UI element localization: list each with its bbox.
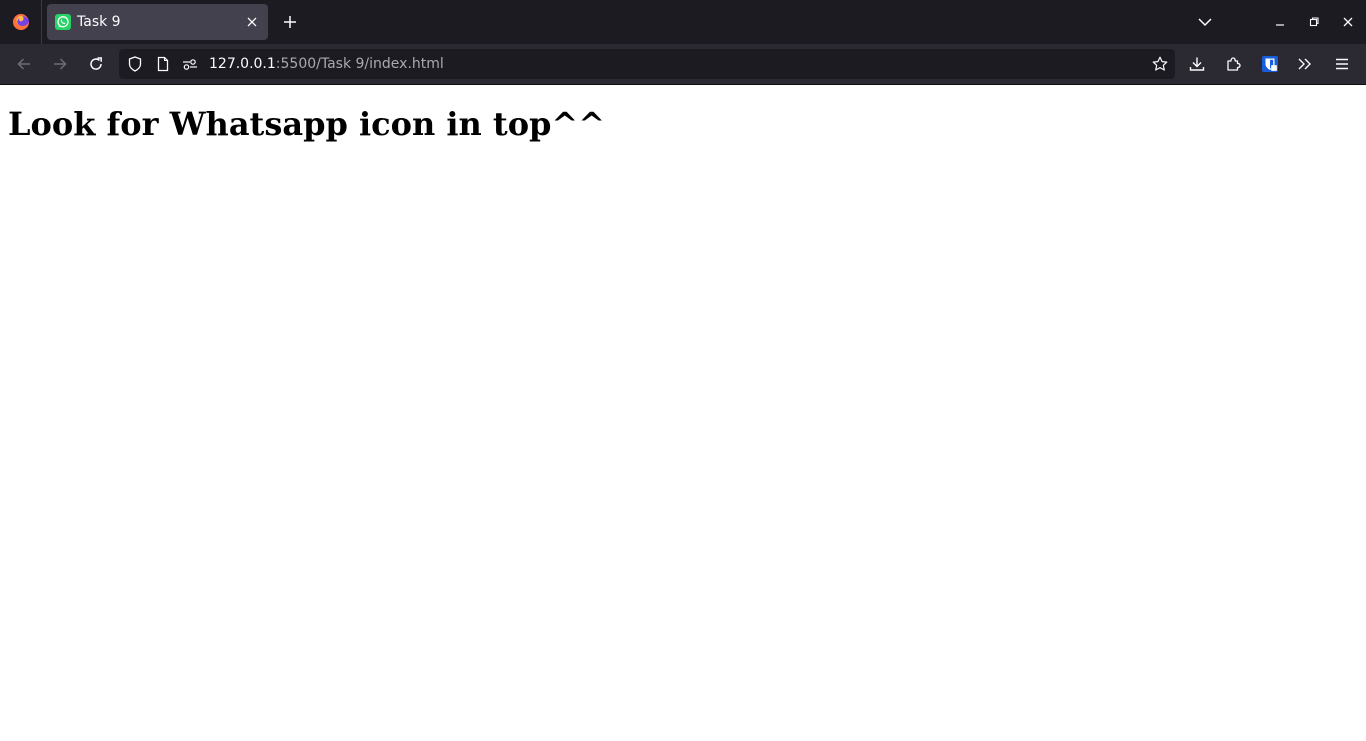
restore-icon[interactable] [1304,12,1324,32]
tab-title: Task 9 [77,14,121,30]
chevron-down-icon[interactable] [1193,10,1217,34]
double-chevron-icon[interactable] [1294,53,1316,75]
url-host: 127.0.0.1 [209,56,276,72]
minimize-icon[interactable] [1270,12,1290,32]
hamburger-icon[interactable] [1331,53,1353,75]
bitwarden-icon[interactable] [1259,53,1281,75]
page-icon[interactable] [155,56,171,72]
shield-icon[interactable] [127,56,143,72]
whatsapp-icon [55,14,71,30]
permissions-icon[interactable] [182,56,198,72]
star-icon[interactable] [1151,55,1169,73]
close-icon[interactable] [244,14,260,30]
reload-icon[interactable] [84,52,108,76]
page-content: Look for Whatsapp icon in top^^ [0,86,1366,741]
window-close-icon[interactable] [1338,12,1358,32]
tab-task-9[interactable]: Task 9 [47,4,268,40]
url-path: :5500/Task 9/index.html [275,56,444,72]
address-bar[interactable]: 127.0.0.1:5500/Task 9/index.html [119,49,1175,79]
firefox-logo-icon[interactable] [0,0,42,44]
navigation-bar: 127.0.0.1:5500/Task 9/index.html [0,44,1366,85]
url-text[interactable]: 127.0.0.1:5500/Task 9/index.html [209,49,444,79]
tab-strip: Task 9 [0,0,1366,44]
arrow-left-icon[interactable] [12,52,36,76]
puzzle-icon[interactable] [1223,53,1245,75]
arrow-right-icon[interactable] [48,52,72,76]
plus-icon[interactable] [278,10,302,34]
download-icon[interactable] [1186,53,1208,75]
page-heading: Look for Whatsapp icon in top^^ [8,105,606,143]
browser-window: Task 9 127.0.0.1:5500/Task 9/index.html … [0,0,1366,741]
